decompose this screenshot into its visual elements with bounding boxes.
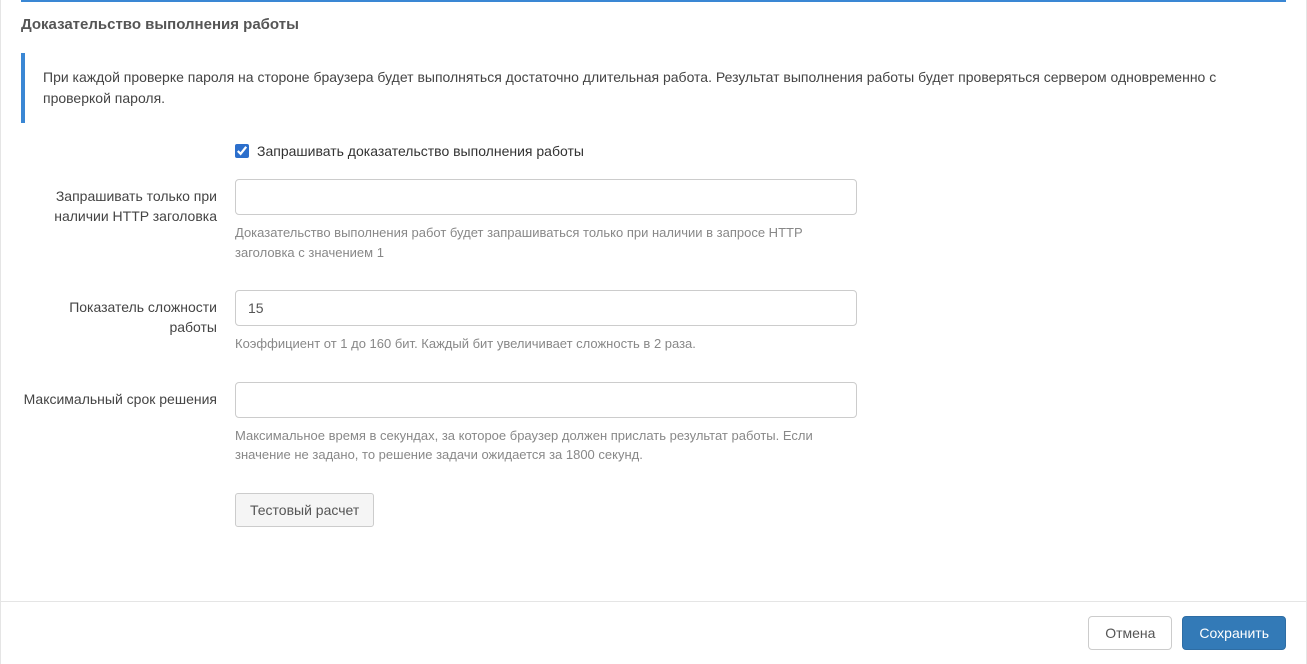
http-header-help: Доказательство выполнения работ будет за…: [235, 223, 857, 262]
info-box: При каждой проверке пароля на стороне бр…: [21, 53, 1286, 123]
cancel-button[interactable]: Отмена: [1088, 616, 1172, 650]
enable-row: Запрашивать доказательство выполнения ра…: [21, 143, 1286, 159]
max-time-input[interactable]: [235, 382, 857, 418]
enable-checkbox-label[interactable]: Запрашивать доказательство выполнения ра…: [257, 143, 584, 159]
http-header-row: Запрашивать только при наличии HTTP заго…: [21, 179, 1286, 262]
max-time-label: Максимальный срок решения: [21, 382, 235, 410]
difficulty-help: Коэффициент от 1 до 160 бит. Каждый бит …: [235, 334, 857, 354]
form-area: Запрашивать доказательство выполнения ра…: [1, 143, 1306, 615]
max-time-help: Максимальное время в секундах, за которо…: [235, 426, 857, 465]
http-header-input[interactable]: [235, 179, 857, 215]
difficulty-label: Показатель сложности работы: [21, 290, 235, 337]
max-time-row: Максимальный срок решения Максимальное в…: [21, 382, 1286, 465]
http-header-label: Запрашивать только при наличии HTTP заго…: [21, 179, 235, 226]
section-title: Доказательство выполнения работы: [1, 2, 1306, 53]
enable-checkbox[interactable]: [235, 144, 249, 158]
empty-label-2: [21, 493, 235, 501]
footer: Отмена Сохранить: [1, 601, 1306, 664]
test-calculation-button[interactable]: Тестовый расчет: [235, 493, 374, 527]
settings-panel: Доказательство выполнения работы При каж…: [0, 0, 1307, 664]
save-button[interactable]: Сохранить: [1182, 616, 1286, 650]
difficulty-input[interactable]: [235, 290, 857, 326]
enable-checkbox-wrap[interactable]: Запрашивать доказательство выполнения ра…: [235, 143, 857, 159]
difficulty-row: Показатель сложности работы Коэффициент …: [21, 290, 1286, 354]
test-button-row: Тестовый расчет: [21, 493, 1286, 527]
